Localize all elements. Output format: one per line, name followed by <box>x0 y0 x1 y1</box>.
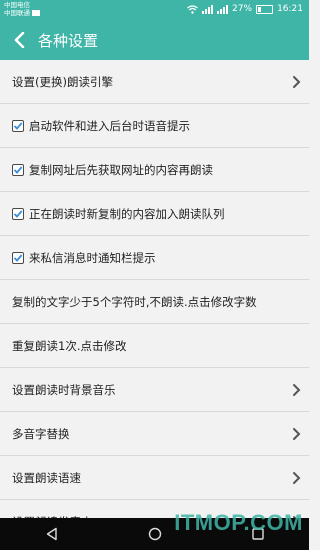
setting-label: 重复朗读1次.点击修改 <box>12 338 127 353</box>
settings-list: 设置(更换)朗读引擎 启动软件和进入后台时语音提示 复制网址后先获取网址的内容再… <box>0 60 309 544</box>
setting-label: 复制网址后先获取网址的内容再朗读 <box>29 162 213 177</box>
chevron-right-icon <box>293 427 301 440</box>
checkmark-icon <box>13 209 23 218</box>
setting-label: 多音字替换 <box>12 426 70 441</box>
notification-icon <box>32 10 40 16</box>
checkmark-icon <box>13 121 23 130</box>
setting-repeat[interactable]: 重复朗读1次.点击修改 <box>0 324 309 368</box>
battery-icon <box>256 4 274 14</box>
setting-bg-music[interactable]: 设置朗读时背景音乐 <box>0 368 309 412</box>
checkbox[interactable] <box>12 163 24 176</box>
checkbox[interactable] <box>12 207 24 220</box>
setting-min-chars[interactable]: 复制的文字少于5个字符时,不朗读.点击修改字数 <box>0 280 309 324</box>
carrier-info: 中国电信 中国联通 <box>4 1 40 17</box>
setting-label: 启动软件和进入后台时语音提示 <box>29 118 190 133</box>
back-arrow-icon[interactable] <box>8 28 30 52</box>
signal-icon <box>202 4 214 14</box>
setting-label: 设置朗读时背景音乐 <box>12 382 116 397</box>
setting-label: 设置朗读语速 <box>12 470 81 485</box>
status-icons: 27% 16:21 <box>187 4 303 14</box>
setting-label: 复制的文字少于5个字符时,不朗读.点击修改字数 <box>12 294 257 309</box>
setting-queue[interactable]: 正在朗读时新复制的内容加入朗读队列 <box>0 192 309 236</box>
nav-home-icon[interactable] <box>146 525 164 543</box>
checkbox[interactable] <box>12 251 24 264</box>
setting-label: 来私信消息时通知栏提示 <box>29 250 156 265</box>
clock: 16:21 <box>277 4 303 14</box>
battery-percent: 27% <box>232 4 253 14</box>
nav-back-icon[interactable] <box>43 525 61 543</box>
chevron-right-icon <box>293 383 301 396</box>
setting-startup-voice[interactable]: 启动软件和进入后台时语音提示 <box>0 104 309 148</box>
setting-fetch-url[interactable]: 复制网址后先获取网址的内容再朗读 <box>0 148 309 192</box>
page-title: 各种设置 <box>38 31 99 50</box>
setting-speed[interactable]: 设置朗读语速 <box>0 456 309 500</box>
status-bar: 中国电信 中国联通 27% 16:21 <box>0 0 309 20</box>
signal-icon-2 <box>217 4 229 14</box>
checkmark-icon <box>13 253 23 262</box>
setting-engine[interactable]: 设置(更换)朗读引擎 <box>0 60 309 104</box>
carrier-2-label: 中国联通 <box>4 9 30 17</box>
app-bar: 各种设置 <box>0 20 309 60</box>
carrier-1-label: 中国电信 <box>4 1 30 9</box>
setting-label: 设置(更换)朗读引擎 <box>12 74 113 89</box>
chevron-right-icon <box>293 75 301 88</box>
watermark: ITMOP.COM <box>174 510 303 535</box>
checkmark-icon <box>13 165 23 174</box>
chevron-right-icon <box>293 471 301 484</box>
wifi-icon <box>187 4 198 14</box>
setting-label: 正在朗读时新复制的内容加入朗读队列 <box>29 206 225 221</box>
setting-polyphone[interactable]: 多音字替换 <box>0 412 309 456</box>
setting-notify[interactable]: 来私信消息时通知栏提示 <box>0 236 309 280</box>
checkbox[interactable] <box>12 119 24 132</box>
